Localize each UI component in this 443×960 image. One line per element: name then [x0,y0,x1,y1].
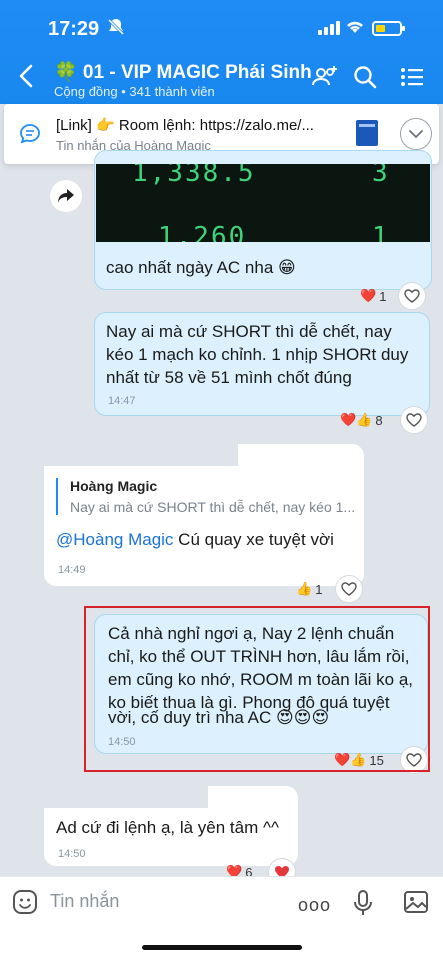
quote-sender: Hoàng Magic [70,478,158,494]
image-number: 1 [372,222,388,242]
message-line: nhất từ 58 về 51 mình chốt đúng [106,368,352,387]
sender-name-blurred [8,778,208,808]
message-text: @Hoàng Magic Cú quay xe tuyệt vời [56,528,334,551]
add-member-button[interactable] [310,63,340,91]
image-picker-button[interactable] [403,889,429,915]
group-title[interactable]: 🍀 01 - VIP MAGIC Phái Sinh [54,60,312,84]
menu-list-button[interactable] [397,63,427,91]
sender-name-blurred [8,436,238,466]
wifi-icon [345,19,365,39]
chat-header: 17:29 🍀 01 - VIP MAGIC Phái Sinh Cộng đồ… [0,0,443,104]
message-text: cao nhất ngày AC nha 😁 [106,258,296,277]
like-heart-button[interactable] [335,575,363,603]
image-number: 3 [372,164,388,188]
message-time: 14:47 [108,395,136,407]
message-text: Ad cứ đi lệnh ạ, là yên tâm ^^ [56,818,279,837]
reaction-summary[interactable]: ❤️👍 8 [340,408,383,432]
message-time: 14:49 [58,564,86,576]
message-line: Nay ai mà cứ SHORT thì dễ chết, nay [106,322,392,341]
quote-text: Nay ai mà cứ SHORT thì dễ chết, nay kéo … [70,499,356,515]
message-input[interactable]: Tin nhắn [50,891,119,912]
cellular-signal-icon [318,21,340,35]
search-button[interactable] [350,63,380,91]
pinned-thumbnail [356,120,378,146]
image-number: 1,338.5 [132,164,256,188]
message-input-bar: Tin nhắn ooo [0,876,443,960]
highlight-box [84,606,430,772]
reaction-emojis: 👍 [296,581,313,596]
message-time: 14:50 [58,848,86,860]
reaction-count: 1 [315,581,323,597]
reaction-summary[interactable]: 👍 1 [296,577,322,601]
mute-bell-icon [107,18,125,41]
image-number: 1,260 [158,222,247,242]
reaction-emojis: ❤️👍 [340,412,373,427]
reaction-count: 1 [379,288,387,304]
like-heart-button[interactable] [398,282,426,310]
message-body: Cú quay xe tuyệt vời [173,530,334,549]
pinned-title: [Link] 👉 Room lệnh: https://zalo.me/... [56,117,314,134]
reaction-summary[interactable]: ❤️ 1 [360,284,386,308]
status-time: 17:29 [48,18,100,40]
message-line: kéo 1 mạch ko chỉnh. 1 nhịp SHORt duy [106,345,409,364]
stock-screenshot-image[interactable]: 1,338.5 1,260 3 1 [96,164,430,242]
battery-icon [372,21,405,36]
mention-link[interactable]: @Hoàng Magic [56,530,173,549]
share-forward-button[interactable] [50,180,82,212]
back-button[interactable] [18,64,34,92]
reaction-emojis: ❤️ [360,288,377,303]
like-heart-button[interactable] [400,406,428,434]
reply-quote[interactable]: Hoàng Magic Nay ai mà cứ SHORT thì dễ ch… [56,478,356,515]
home-indicator [142,945,302,950]
emoji-sticker-button[interactable] [12,889,38,915]
status-bar: 17:29 [0,0,443,48]
group-subtitle: Cộng đồng • 341 thành viên [54,84,215,99]
reaction-count: 8 [375,412,383,428]
microphone-button[interactable] [352,889,374,917]
chat-bubble-icon [18,122,42,146]
more-options-button[interactable]: ooo [298,895,331,916]
expand-pinned-button[interactable] [400,118,432,150]
